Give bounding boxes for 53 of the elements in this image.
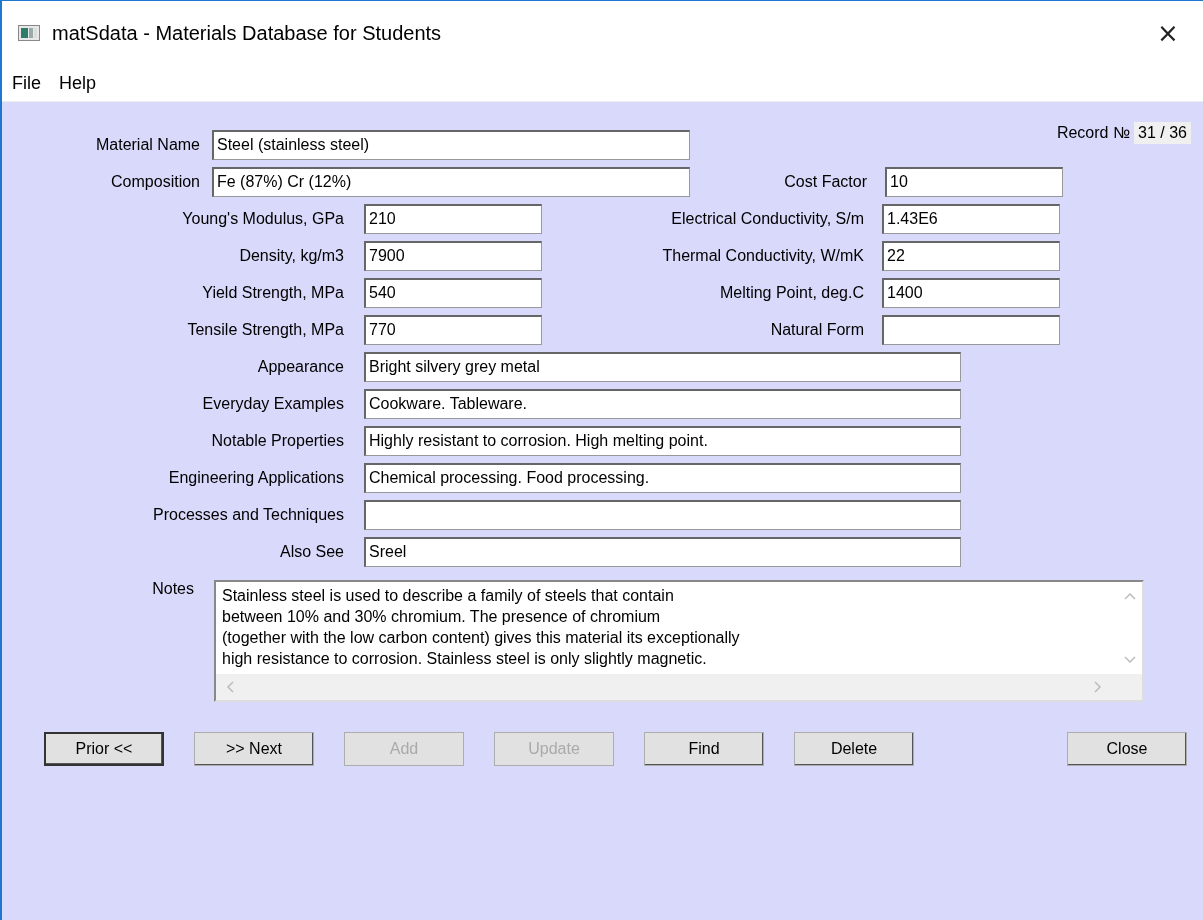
- app-icon: [18, 25, 40, 41]
- field-label: Density, kg/m3: [238, 246, 344, 265]
- scroll-up-icon[interactable]: [1124, 592, 1136, 600]
- input-field[interactable]: Highly resistant to corrosion. High melting point.: [364, 425, 961, 456]
- field-label: Appearance: [256, 357, 344, 376]
- input-field[interactable]: 10: [885, 166, 1063, 197]
- menu-item[interactable]: File: [12, 72, 41, 94]
- field-label: Material Name: [94, 135, 200, 154]
- field-label: Electrical Conductivity, S/m: [670, 209, 864, 228]
- field-label: Natural Form: [769, 320, 864, 339]
- field-label: Engineering Applications: [167, 468, 344, 487]
- input-field[interactable]: [364, 499, 961, 530]
- input-field[interactable]: 1.43E6: [882, 203, 1060, 234]
- input-field[interactable]: 540: [364, 277, 542, 308]
- input-field[interactable]: Steel (stainless steel): [212, 129, 690, 160]
- input-field[interactable]: Fe (87%) Cr (12%): [212, 166, 690, 197]
- field-label: Everyday Examples: [201, 394, 344, 413]
- field-label: Melting Point, deg.C: [718, 283, 864, 302]
- form-button[interactable]: Find: [644, 732, 764, 766]
- field-label: Tensile Strength, MPa: [186, 320, 344, 339]
- input-field[interactable]: 210: [364, 203, 542, 234]
- scroll-left-icon[interactable]: [226, 681, 234, 693]
- input-field[interactable]: 22: [882, 240, 1060, 271]
- form-button[interactable]: >> Next: [194, 732, 314, 766]
- menu-item[interactable]: Help: [59, 72, 97, 94]
- input-field[interactable]: Cookware. Tableware.: [364, 388, 961, 419]
- field-label: Thermal Conductivity, W/mK: [661, 246, 864, 265]
- field-label: Composition: [110, 172, 200, 191]
- input-field[interactable]: [882, 314, 1060, 345]
- input-field[interactable]: 7900: [364, 240, 542, 271]
- input-field[interactable]: Bright silvery grey metal: [364, 351, 961, 382]
- input-field[interactable]: 770: [364, 314, 542, 345]
- input-field[interactable]: Chemical processing. Food processing.: [364, 462, 961, 493]
- form-button[interactable]: Delete: [794, 732, 914, 766]
- field-label: Notable Properties: [210, 431, 344, 450]
- record-label: Record №: [1056, 124, 1131, 142]
- field-label: Also See: [278, 542, 344, 561]
- field-label: Notes: [151, 580, 194, 598]
- input-field[interactable]: Sreel: [364, 536, 961, 567]
- input-field[interactable]: 1400: [882, 277, 1060, 308]
- scroll-down-icon[interactable]: [1124, 656, 1136, 664]
- notes-area[interactable]: [214, 580, 1144, 702]
- field-label: Young's Modulus, GPa: [181, 209, 344, 228]
- window-title: matSdata - Materials Database for Students: [52, 21, 443, 45]
- field-label: Yield Strength, MPa: [201, 283, 344, 302]
- record-number: 31 / 36: [1134, 122, 1191, 144]
- scroll-right-icon[interactable]: [1094, 681, 1102, 693]
- form-button[interactable]: Prior <<: [44, 732, 164, 766]
- field-label: Cost Factor: [783, 172, 867, 191]
- notes-text: Stainless steel is used to describe a family of steels that contain between 10% and 30% chromium. The presence of chromium (together with the low carbon content) gives this material its exceptionally high resistance to corrosion. Stainless steel is only slightly magnetic.: [221, 586, 741, 669]
- form-button[interactable]: Close: [1067, 732, 1187, 766]
- field-label: Processes and Techniques: [152, 505, 344, 524]
- close-button[interactable]: ×: [1143, 13, 1193, 53]
